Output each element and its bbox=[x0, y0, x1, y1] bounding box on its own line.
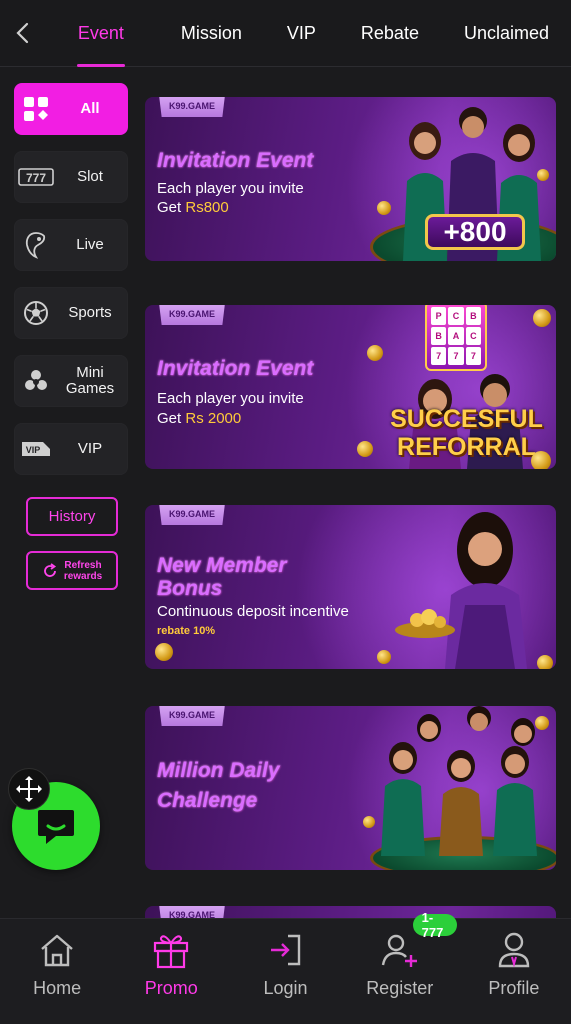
svg-text:VIP: VIP bbox=[26, 445, 41, 455]
refresh-label-line1: Refresh bbox=[64, 559, 102, 571]
vip-icon: VIP bbox=[14, 423, 58, 475]
move-icon bbox=[16, 776, 42, 802]
nav-promo[interactable]: Promo bbox=[114, 919, 228, 1024]
profile-icon bbox=[494, 930, 534, 970]
players-group-illustration bbox=[381, 706, 537, 856]
history-button[interactable]: History bbox=[26, 497, 118, 536]
chat-bubble-icon bbox=[38, 810, 74, 844]
sidebar-item-label: Mini Games bbox=[65, 364, 115, 397]
sidebar-item-live[interactable]: Live bbox=[14, 219, 128, 271]
soccer-ball-icon bbox=[14, 287, 58, 339]
sidebar-item-label: Sports bbox=[68, 304, 112, 321]
category-sidebar: All 777 Slot Live Sports Mini Games VIP … bbox=[14, 83, 130, 491]
promo-banner-million-daily-challenge[interactable]: K99.GAME Million Daily Challenge bbox=[145, 706, 556, 870]
nav-home[interactable]: Home bbox=[0, 919, 114, 1024]
sidebar-item-vip[interactable]: VIP VIP bbox=[14, 423, 128, 475]
badge-line2: REFORRAL bbox=[397, 433, 536, 461]
tab-event[interactable]: Event bbox=[44, 0, 158, 67]
mini-games-icon bbox=[14, 355, 58, 407]
nav-register[interactable]: 1-777 Register bbox=[343, 910, 457, 1024]
login-icon bbox=[266, 930, 306, 970]
brand-tag: K99.GAME bbox=[159, 505, 225, 525]
gift-icon bbox=[151, 930, 191, 970]
tab-mission[interactable]: Mission bbox=[158, 0, 264, 67]
banner-title-line2: Bonus bbox=[157, 577, 223, 600]
sidebar-item-slot[interactable]: 777 Slot bbox=[14, 151, 128, 203]
banner-title: Invitation Event bbox=[157, 149, 314, 172]
banner-title-line2: Challenge bbox=[157, 789, 258, 812]
badge-line1: SUCCESFUL bbox=[390, 405, 543, 433]
promo-banner-invitation-800[interactable]: K99.GAME Invitation Event Each player yo… bbox=[145, 97, 556, 261]
nav-label: Register bbox=[366, 978, 434, 998]
reward-badge: +800 bbox=[425, 214, 525, 250]
banner-small-text: rebate 10% bbox=[157, 625, 216, 637]
sidebar-item-label: VIP bbox=[77, 440, 103, 457]
svg-text:777: 777 bbox=[26, 171, 46, 185]
top-bar: Event Mission VIP Rebate Unclaimed bbox=[0, 0, 571, 67]
promo-screen: Event Mission VIP Rebate Unclaimed All 7… bbox=[0, 0, 571, 1024]
home-icon bbox=[37, 930, 77, 970]
slot-777-icon: 777 bbox=[14, 151, 58, 203]
sidebar-item-all[interactable]: All bbox=[14, 83, 128, 135]
register-bonus-badge: 1-777 bbox=[412, 910, 457, 940]
grid-icon bbox=[14, 83, 58, 135]
tab-bar: Event Mission VIP Rebate Unclaimed bbox=[44, 0, 571, 67]
banner-reward-line: Get Rs 2000 bbox=[157, 410, 242, 427]
nav-label: Login bbox=[263, 978, 308, 998]
banner-title-line1: Million Daily bbox=[157, 759, 280, 782]
bottom-navigation: Home Promo Login 1-777 Register Profile bbox=[0, 910, 571, 1024]
nav-profile[interactable]: Profile bbox=[457, 919, 571, 1024]
reward-amount: Rs 2000 bbox=[185, 410, 242, 427]
banner-title-line1: New Member bbox=[157, 554, 287, 577]
add-user-icon bbox=[380, 930, 420, 970]
tab-unclaimed[interactable]: Unclaimed bbox=[441, 0, 571, 67]
refresh-icon bbox=[43, 562, 56, 577]
promo-banner-new-member-bonus[interactable]: K99.GAME New Member Bonus Continuous dep… bbox=[145, 505, 556, 669]
successful-referral-badge: SUCCESFUL REFORRAL bbox=[379, 405, 554, 461]
refresh-label-line2: rewards bbox=[63, 570, 103, 582]
promo-banner-invitation-2000[interactable]: K99.GAME Invitation Event Each player yo… bbox=[145, 305, 556, 469]
banner-title: Invitation Event bbox=[157, 357, 314, 380]
back-button[interactable] bbox=[0, 0, 44, 67]
sidebar-item-label: Slot bbox=[77, 168, 103, 185]
reward-amount: Rs800 bbox=[185, 199, 229, 216]
nav-label: Promo bbox=[144, 978, 198, 998]
tab-rebate[interactable]: Rebate bbox=[338, 0, 441, 67]
brand-tag: K99.GAME bbox=[159, 706, 225, 726]
nav-login[interactable]: Login bbox=[228, 919, 342, 1024]
refresh-rewards-button[interactable]: Refresh rewards bbox=[26, 551, 118, 590]
refresh-label: Refresh rewards bbox=[64, 560, 102, 582]
sidebar-item-mini-games[interactable]: Mini Games bbox=[14, 355, 128, 407]
drag-handle[interactable] bbox=[8, 768, 50, 810]
live-dealer-icon bbox=[14, 219, 58, 271]
banner-text: Each player you invite bbox=[157, 180, 304, 197]
sidebar-item-sports[interactable]: Sports bbox=[14, 287, 128, 339]
nav-label: Profile bbox=[488, 978, 540, 998]
sidebar-item-label: Live bbox=[76, 236, 104, 253]
tab-vip[interactable]: VIP bbox=[264, 0, 338, 67]
banner-text: Continuous deposit incentive bbox=[157, 603, 349, 620]
sidebar-item-label: All bbox=[80, 100, 100, 117]
chevron-left-icon bbox=[16, 22, 29, 44]
brand-tag: K99.GAME bbox=[159, 97, 225, 117]
nav-label: Home bbox=[33, 978, 82, 998]
brand-tag: K99.GAME bbox=[159, 305, 225, 325]
banner-reward-line: Get Rs800 bbox=[157, 199, 229, 216]
hostess-illustration bbox=[395, 512, 527, 669]
banner-text: Each player you invite bbox=[157, 390, 304, 407]
